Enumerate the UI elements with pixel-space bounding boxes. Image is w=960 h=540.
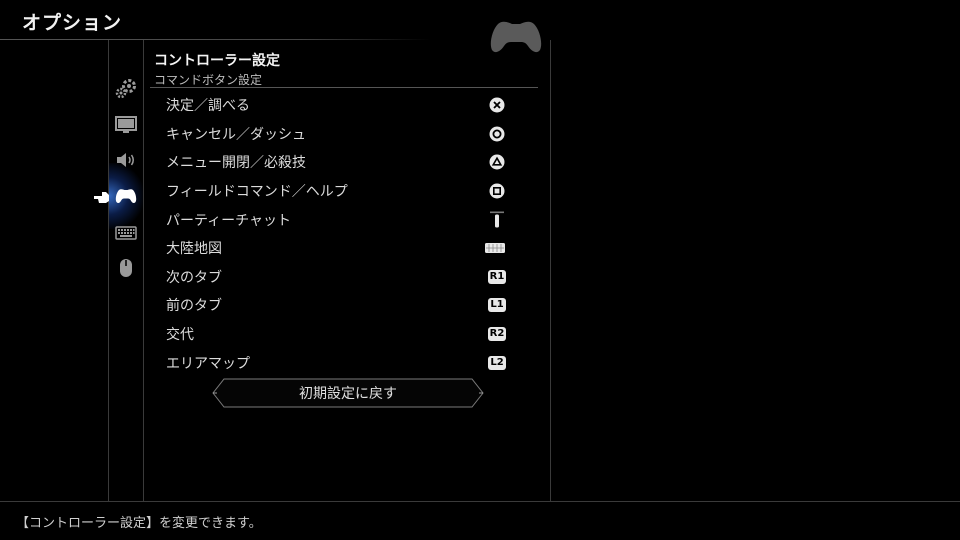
monitor-icon [115, 116, 137, 133]
keyboard-icon [115, 226, 137, 240]
options-button-icon [488, 211, 506, 229]
category-mouse[interactable] [113, 257, 139, 279]
category-controller[interactable] [113, 185, 139, 207]
binding-label: キャンセル／ダッシュ [166, 126, 306, 143]
r2-button-icon: R2 [488, 327, 506, 342]
binding-label: 決定／調べる [166, 98, 250, 115]
category-keyboard[interactable] [113, 222, 139, 244]
binding-row-switch[interactable]: 交代 R2 [166, 320, 510, 349]
category-display[interactable] [113, 114, 139, 136]
binding-label: 前のタブ [166, 298, 222, 315]
speaker-icon [117, 153, 134, 167]
category-sound[interactable] [113, 149, 139, 171]
sidebar-divider-left [108, 40, 109, 502]
section-title: コントローラー設定 [154, 53, 280, 69]
footer-hint: 【コントローラー設定】を変更できます。 [16, 516, 262, 531]
binding-label: メニュー開閉／必殺技 [166, 155, 306, 172]
gamepad-header-icon [490, 21, 542, 53]
binding-label: エリアマップ [166, 355, 250, 372]
pointer-hand-icon [94, 192, 109, 203]
l1-button-icon: L1 [488, 296, 506, 314]
binding-row-area-map[interactable]: エリアマップ L2 [166, 348, 510, 377]
gear-icon [115, 79, 136, 99]
sidebar-divider-right [143, 40, 144, 502]
cross-button-icon [488, 96, 506, 114]
binding-label: 大陸地図 [166, 241, 222, 258]
page-title: オプション [22, 12, 123, 34]
binding-list: 決定／調べる キャンセル／ダッシュ メニュー開閉／必殺技 フィールドコマンド／ヘ… [166, 91, 510, 377]
l2-button-icon: L2 [488, 354, 506, 372]
panel-divider [550, 40, 551, 502]
binding-label: 次のタブ [166, 269, 222, 286]
section-divider [150, 87, 538, 88]
circle-button-icon [488, 125, 506, 143]
binding-row-prev-tab[interactable]: 前のタブ L1 [166, 291, 510, 320]
triangle-button-icon [488, 153, 506, 171]
reset-defaults-button[interactable]: 初期設定に戻す [212, 378, 484, 408]
binding-row-world-map[interactable]: 大陸地図 [166, 234, 510, 263]
reset-defaults-label: 初期設定に戻す [299, 386, 397, 402]
r1-button-icon: R1 [488, 269, 506, 284]
binding-row-confirm[interactable]: 決定／調べる [166, 91, 510, 120]
square-button-icon [488, 182, 506, 200]
binding-label: 交代 [166, 327, 194, 344]
binding-label: フィールドコマンド／ヘルプ [166, 184, 348, 201]
binding-row-next-tab[interactable]: 次のタブ R1 [166, 263, 510, 292]
binding-row-menu[interactable]: メニュー開閉／必殺技 [166, 148, 510, 177]
category-gear[interactable] [113, 78, 139, 100]
mouse-icon [120, 259, 132, 277]
title-divider [0, 39, 430, 40]
binding-label: パーティーチャット [166, 212, 292, 229]
binding-row-party-chat[interactable]: パーティーチャット [166, 205, 510, 234]
section-subtitle: コマンドボタン設定 [154, 73, 263, 87]
gamepad-icon [115, 189, 137, 204]
touchpad-button-icon [484, 239, 506, 257]
footer-divider [0, 501, 960, 502]
binding-row-cancel[interactable]: キャンセル／ダッシュ [166, 120, 510, 149]
binding-row-field-command[interactable]: フィールドコマンド／ヘルプ [166, 177, 510, 206]
